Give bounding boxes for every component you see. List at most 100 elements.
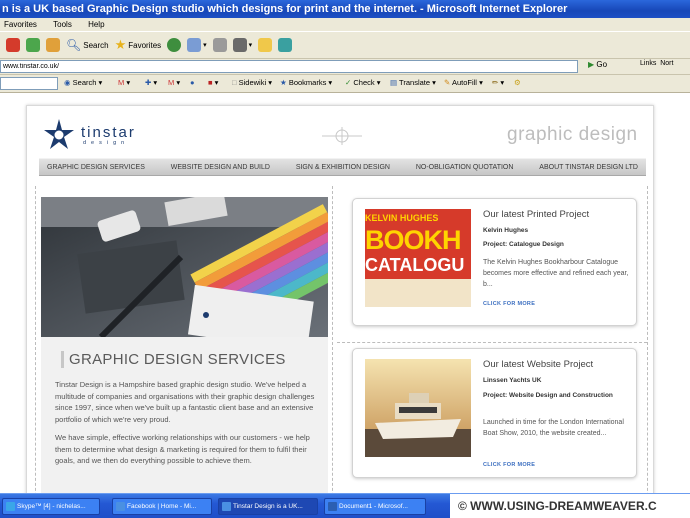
highlight-button[interactable]: ✏ ▾ — [492, 78, 504, 87]
tinstar-star-icon — [44, 119, 74, 149]
pagerank-button[interactable]: ■ ▾ — [208, 78, 218, 87]
nav-graphic-design[interactable]: GRAPHIC DESIGN SERVICES — [47, 164, 145, 171]
crosshair-icon — [322, 127, 362, 145]
autofill-button[interactable]: ✎ AutoFill ▾ — [444, 78, 483, 87]
stop-icon — [6, 38, 20, 52]
nav-website-design[interactable]: WEBSITE DESIGN AND BUILD — [171, 164, 270, 171]
cover-line-2: BOOKH — [365, 225, 462, 255]
hero-image — [41, 197, 328, 337]
links-label: Links — [640, 60, 657, 67]
column-divider — [332, 186, 333, 493]
autofill-icon: ✎ — [444, 78, 451, 87]
check-icon: ✓ — [345, 78, 352, 87]
pagerank-icon: ■ — [208, 78, 213, 87]
nav-about[interactable]: ABOUT TINSTAR DESIGN LTD — [539, 164, 638, 171]
refresh-button[interactable] — [26, 34, 40, 56]
task-tinstar[interactable]: Tinstar Design is a UK... — [218, 498, 318, 515]
menu-favorites[interactable]: Favorites — [4, 20, 37, 29]
address-input[interactable] — [0, 60, 578, 73]
home-button[interactable] — [46, 34, 60, 56]
favorites-label: Favorites — [128, 40, 162, 50]
skype-icon — [6, 502, 15, 511]
go-arrow-icon: ▶ — [588, 60, 595, 69]
sidewiki-button[interactable]: □ Sidewiki ▾ — [232, 78, 272, 87]
gmail-button[interactable]: M ▾ — [118, 78, 130, 87]
mail-button[interactable]: ▾ — [187, 34, 207, 56]
site-logo[interactable]: tinstar design — [41, 118, 151, 152]
task-tinstar-label: Tinstar Design is a UK... — [233, 503, 303, 510]
website-project-client: Linssen Yachts UK — [483, 377, 542, 384]
google-search-button[interactable]: ◉ Search ▾ — [64, 78, 102, 87]
bookmarks-label: Bookmarks — [288, 78, 327, 87]
search-button[interactable]: 🔍︎ Search — [66, 34, 109, 56]
go-button[interactable]: ▶ Go — [588, 60, 607, 69]
messenger-button[interactable] — [278, 34, 293, 56]
services-para-1: Tinstar Design is a Hampshire based grap… — [55, 380, 315, 424]
swatch-photo — [41, 197, 328, 337]
edit-button[interactable]: ▾ — [232, 34, 252, 56]
watermark: © WWW.USING-DREAMWEAVER.C — [450, 494, 690, 518]
bookmarks-button[interactable]: ★ Bookmarks ▾ — [280, 78, 332, 87]
history-button[interactable] — [167, 34, 182, 56]
print-icon — [212, 38, 227, 52]
wrench-icon: ⚙ — [514, 78, 521, 87]
folder-icon — [258, 38, 273, 52]
mail-icon: M — [168, 78, 175, 87]
website-project-card[interactable]: Our latest Website Project Linssen Yacht… — [352, 348, 637, 478]
printed-project-title: Our latest Printed Project — [483, 209, 590, 220]
translate-button[interactable]: ▤ Translate ▾ — [390, 78, 436, 87]
discuss-button[interactable] — [258, 34, 273, 56]
home-icon — [46, 38, 60, 52]
search-label: Search — [83, 40, 109, 50]
search-icon: 🔍︎ — [66, 38, 82, 52]
cover-line-1: KELVIN HUGHES — [365, 213, 439, 223]
favorites-button[interactable]: ★ Favorites — [115, 34, 162, 56]
search-icon: ◉ — [64, 78, 71, 87]
google-search-label: Search — [72, 78, 97, 87]
refresh-icon — [26, 38, 40, 52]
printed-project-client: Kelvin Hughes — [483, 227, 529, 234]
share-button[interactable]: ✚ ▾ — [145, 78, 157, 87]
printed-project-card[interactable]: KELVIN HUGHES BOOKH CATALOGU Our latest … — [352, 198, 637, 326]
task-word[interactable]: Document1 - Microsof... — [324, 498, 426, 515]
nav-sign-exhibition[interactable]: SIGN & EXHIBITION DESIGN — [296, 164, 390, 171]
address-bar: ▶ Go Links Nort — [0, 59, 690, 75]
task-skype[interactable]: Skype™ [4] - nichelas... — [2, 498, 100, 515]
services-para-2: We have simple, effective working relati… — [55, 433, 310, 465]
logo-word: tinstar — [81, 124, 136, 141]
sidewiki-icon: □ — [232, 78, 237, 87]
settings-button[interactable]: ⚙ — [514, 78, 521, 87]
menu-tools[interactable]: Tools — [53, 20, 72, 29]
logo-sub: design — [83, 140, 130, 146]
website-project-type: Project: Website Design and Construction — [483, 392, 613, 399]
mail-notify-button[interactable]: M ▾ — [168, 78, 180, 87]
sidewiki-label: Sidewiki — [238, 78, 267, 87]
web-page: tinstar design graphic design GRAPHIC DE… — [26, 105, 654, 493]
task-skype-label: Skype™ [4] - nichelas... — [17, 503, 86, 510]
catalogue-cover-image: KELVIN HUGHES BOOKH CATALOGU — [365, 209, 471, 307]
google-search-input[interactable] — [0, 77, 58, 90]
website-project-more-link[interactable]: CLICK FOR MORE — [483, 462, 535, 468]
left-guide — [35, 186, 36, 493]
print-button[interactable] — [212, 34, 227, 56]
google-toolbar: ◉ Search ▾ M ▾ ✚ ▾ M ▾ ● ■ ▾ □ Sidewiki … — [0, 75, 690, 93]
services-text: Tinstar Design is a Hampshire based grap… — [55, 379, 317, 474]
mail-icon — [187, 38, 202, 52]
autofill-label: AutoFill — [451, 78, 477, 87]
links-extra: Nort — [660, 60, 674, 67]
browser-viewport[interactable]: tinstar design graphic design GRAPHIC DE… — [0, 93, 690, 493]
nav-quotation[interactable]: NO-OBLIGATION QUOTATION — [416, 164, 514, 171]
printed-project-more-link[interactable]: CLICK FOR MORE — [483, 301, 535, 307]
yacht-image — [365, 359, 471, 457]
links-button[interactable]: Links Nort — [640, 60, 673, 67]
website-project-body: Launched in time for the London Internat… — [483, 419, 624, 437]
edit-icon — [232, 38, 247, 52]
star-icon: ★ — [114, 37, 127, 52]
main-nav: GRAPHIC DESIGN SERVICES WEBSITE DESIGN A… — [39, 158, 646, 176]
check-button[interactable]: ✓ Check ▾ — [345, 78, 381, 87]
standard-toolbar: 🔍︎ Search ★ Favorites ▾ ▾ — [0, 31, 690, 59]
task-facebook[interactable]: Facebook | Home - Mi... — [112, 498, 212, 515]
globe-button[interactable]: ● — [190, 78, 195, 87]
stop-button[interactable] — [6, 34, 20, 56]
menu-help[interactable]: Help — [88, 20, 104, 29]
